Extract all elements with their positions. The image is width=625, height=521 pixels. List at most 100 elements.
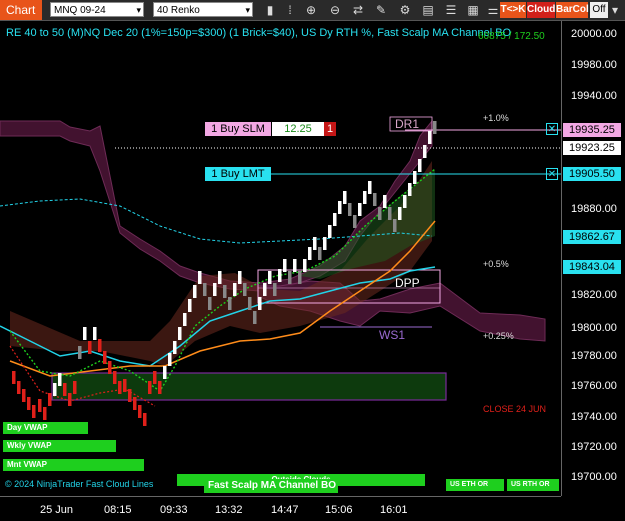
off-toggle[interactable]: Off <box>590 2 608 18</box>
up-brick <box>283 259 287 272</box>
up-brick <box>188 299 192 312</box>
up-brick <box>198 271 202 284</box>
up-brick <box>328 225 332 238</box>
chart-tab[interactable]: Chart <box>0 0 42 20</box>
y-tick: 19980.00 <box>571 59 617 71</box>
bar-type-selector[interactable]: 40 Renko ▾ <box>153 2 253 17</box>
dpp-label: DPP <box>395 276 420 290</box>
gear-icon[interactable]: ⚙ <box>397 2 413 18</box>
up-brick <box>428 131 432 144</box>
up-brick <box>203 283 207 296</box>
up-brick <box>288 271 292 284</box>
up-brick <box>393 219 397 232</box>
grid-icon[interactable]: ▦ <box>465 2 481 18</box>
y-tick: 19720.00 <box>571 441 617 453</box>
bar-chart-icon[interactable]: ▮ <box>262 2 278 18</box>
up-brick <box>233 283 237 296</box>
up-brick <box>308 247 312 260</box>
up-brick <box>313 237 317 250</box>
zoom-out-icon[interactable]: ⊖ <box>327 2 343 18</box>
menu-icon[interactable]: ▾ <box>608 2 622 18</box>
up-brick <box>293 259 297 272</box>
x-axis[interactable]: 25 Jun 08:15 09:33 13:32 14:47 15:06 16:… <box>0 496 561 521</box>
x-tick: 14:47 <box>271 504 299 516</box>
up-brick <box>268 271 272 284</box>
up-brick <box>263 283 267 296</box>
down-brick <box>98 339 102 352</box>
us-rth-or-label: US RTH OR <box>507 479 559 491</box>
x-tick: 09:33 <box>160 504 188 516</box>
pencil-icon[interactable]: ✎ <box>373 2 389 18</box>
ws1-label: WS1 <box>379 328 406 342</box>
down-brick <box>123 379 127 392</box>
up-brick <box>433 121 437 134</box>
down-brick <box>118 381 122 394</box>
up-brick <box>363 191 367 204</box>
chart-plot-area[interactable]: RE 40 to 50 (M)NQ Dec 20 (1%=150p=$300) … <box>0 21 561 496</box>
up-brick <box>83 327 87 340</box>
up-brick <box>278 269 282 282</box>
down-brick <box>103 351 107 364</box>
up-brick <box>218 271 222 284</box>
chevron-down-icon: ▾ <box>136 5 141 15</box>
x-tick: 13:32 <box>215 504 243 516</box>
tk-button[interactable]: T<>K <box>500 2 526 18</box>
y-tick: 19700.00 <box>571 471 617 483</box>
y-tick: 19880.00 <box>571 203 617 215</box>
up-brick <box>223 285 227 298</box>
cloud-button[interactable]: Cloud <box>527 2 555 18</box>
y-tick: 19780.00 <box>571 350 617 362</box>
price-tag-ma1: 19862.67 <box>563 230 621 244</box>
barcol-button[interactable]: BarCol <box>556 2 589 18</box>
up-brick <box>398 207 402 220</box>
buy-slm-label: 1 Buy SLM <box>211 123 265 135</box>
close-order-icon[interactable]: ✕ <box>546 123 558 135</box>
y-tick: 19800.00 <box>571 322 617 334</box>
down-brick <box>43 407 47 420</box>
sliders-icon[interactable]: ⚌ <box>485 2 501 18</box>
dots-icon[interactable]: ⁞ <box>282 2 298 18</box>
price-tag-dr1: 19935.25 <box>563 123 621 137</box>
up-brick <box>243 283 247 296</box>
y-tick: 19820.00 <box>571 289 617 301</box>
up-brick <box>318 247 322 260</box>
up-brick <box>353 215 357 228</box>
price-tag-current: 19923.25 <box>563 141 621 155</box>
up-brick <box>78 346 82 359</box>
buy-slm-qty[interactable]: 1 <box>324 122 336 136</box>
up-brick <box>298 271 302 284</box>
instrument-selector[interactable]: MNQ 09-24 ▾ <box>50 2 144 17</box>
down-brick <box>22 389 26 402</box>
y-axis[interactable]: 20000.00 19980.00 19940.00 19880.00 1982… <box>561 21 625 496</box>
buy-lmt-order[interactable]: 1 Buy LMT <box>205 167 271 181</box>
up-brick <box>258 297 262 310</box>
buy-slm-price[interactable]: 12.25 <box>272 122 324 136</box>
close-lmt-icon[interactable]: ✕ <box>546 168 558 180</box>
zoom-in-icon[interactable]: ⊕ <box>303 2 319 18</box>
up-brick <box>93 327 97 340</box>
arrows-icon[interactable]: ⇄ <box>350 2 366 18</box>
y-tick: 20000.00 <box>571 28 617 40</box>
down-brick <box>38 399 42 412</box>
down-brick <box>148 381 152 394</box>
up-brick <box>368 181 372 194</box>
up-brick <box>178 327 182 340</box>
down-brick <box>158 381 162 394</box>
pct-1-label: +1.0% <box>483 113 509 123</box>
layers-icon[interactable]: ▤ <box>420 2 436 18</box>
up-brick <box>213 283 217 296</box>
up-brick <box>173 341 177 354</box>
buy-lmt-label: 1 Buy LMT <box>211 168 265 180</box>
list-icon[interactable]: ☰ <box>443 2 459 18</box>
up-brick <box>323 237 327 250</box>
up-brick <box>413 171 417 184</box>
chevron-down-icon: ▾ <box>245 5 250 15</box>
down-brick <box>48 393 52 406</box>
up-brick <box>208 297 212 310</box>
x-tick: 25 Jun <box>40 504 74 516</box>
buy-slm-order[interactable]: 1 Buy SLM <box>205 122 271 136</box>
up-brick <box>303 259 307 272</box>
price-tag-ma2: 19843.04 <box>563 260 621 274</box>
down-brick <box>113 371 117 384</box>
vwap-zone <box>51 372 447 401</box>
